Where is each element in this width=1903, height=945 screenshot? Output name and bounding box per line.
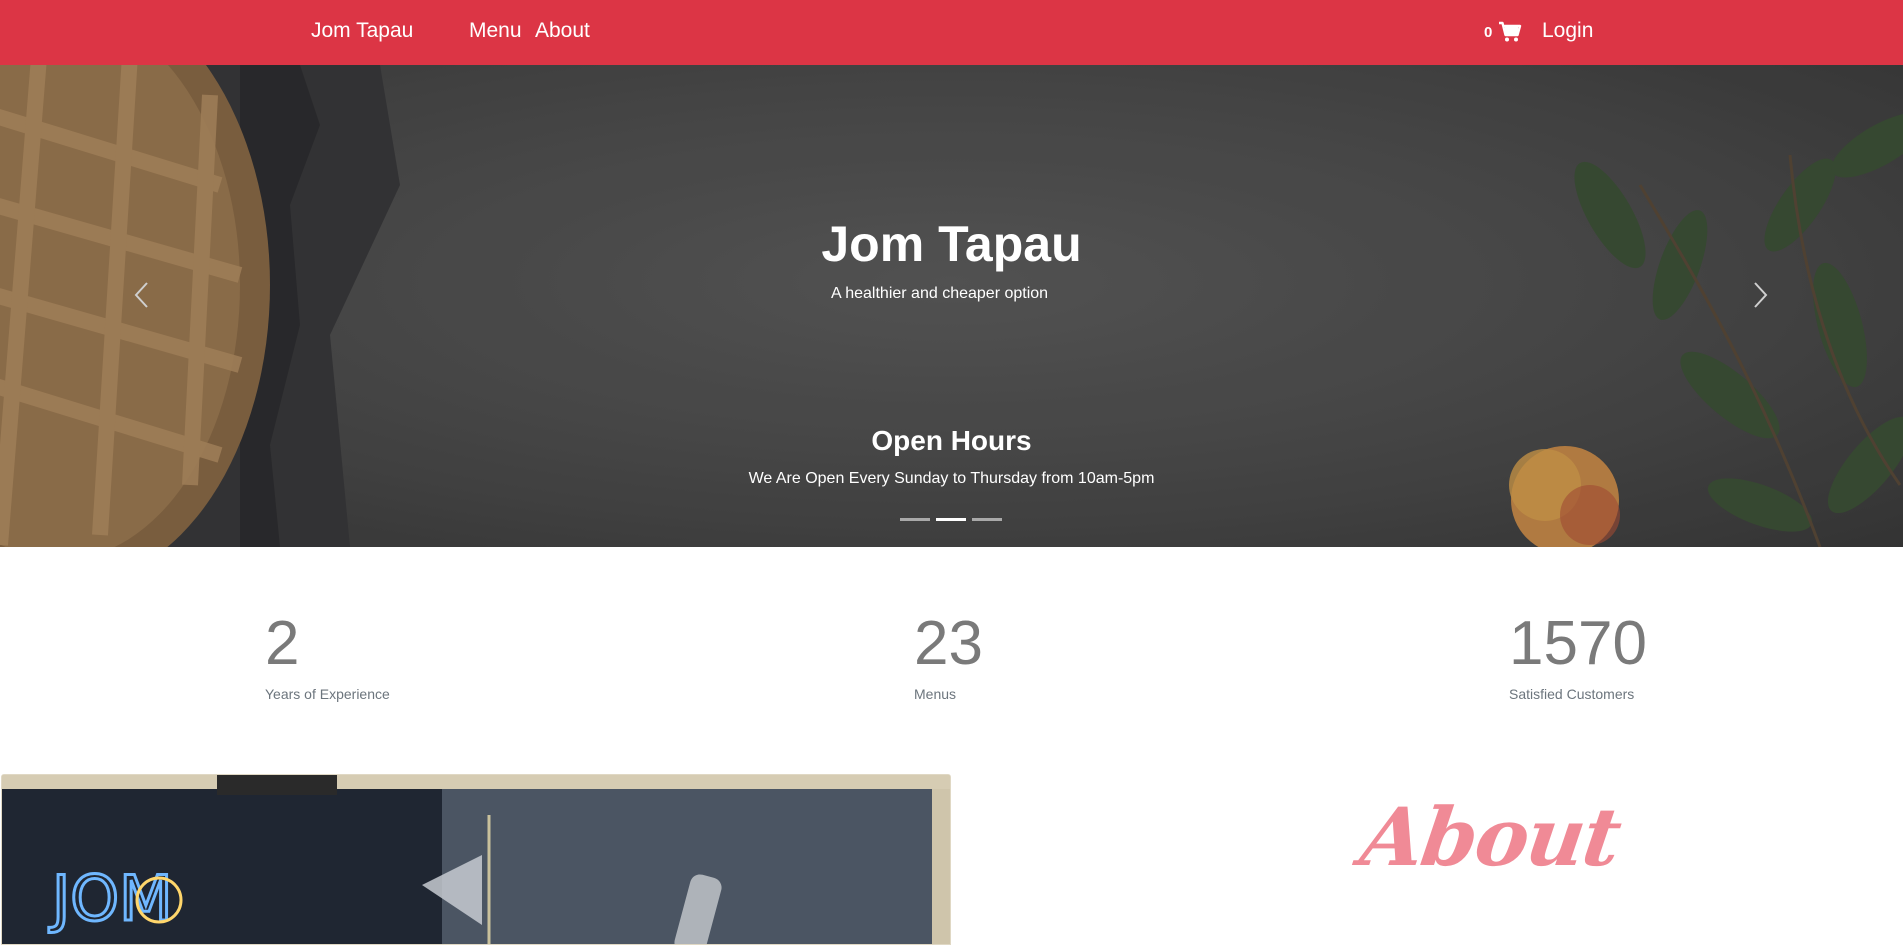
hero-carousel: Jom Tapau A healthier and cheaper option…	[0, 65, 1903, 547]
top-navbar: Jom Tapau Menu About 0 Login	[0, 0, 1903, 65]
carousel-indicator-2[interactable]	[936, 518, 966, 521]
carousel-next-button[interactable]	[1744, 280, 1774, 310]
shop-sign-image: JOM	[2, 775, 950, 944]
chevron-left-icon	[134, 282, 148, 308]
stat-years-experience: 2 Years of Experience	[265, 609, 390, 703]
nav-link-about[interactable]: About	[535, 19, 590, 43]
stat-label: Menus	[914, 686, 957, 702]
sign-text: JOM	[48, 862, 173, 935]
stat-value: 1570	[1509, 609, 1647, 678]
nav-link-menu[interactable]: Menu	[469, 19, 522, 43]
stat-label: Satisfied Customers	[1509, 686, 1635, 702]
stat-value: 23	[914, 609, 983, 678]
hero-title: Jom Tapau	[821, 216, 1082, 272]
chevron-right-icon	[1754, 282, 1768, 308]
cart-button[interactable]: 0	[1484, 19, 1522, 45]
carousel-indicators	[900, 518, 1002, 521]
carousel-caption-text: We Are Open Every Sunday to Thursday fro…	[748, 470, 1155, 487]
brand-link[interactable]: Jom Tapau	[311, 19, 413, 43]
carousel-caption-title: Open Hours	[871, 425, 1032, 456]
about-heading: About	[1355, 790, 1626, 884]
shopping-cart-icon	[1499, 21, 1522, 42]
carousel-indicator-1[interactable]	[900, 518, 930, 521]
stat-value: 2	[265, 609, 300, 678]
login-link[interactable]: Login	[1542, 19, 1593, 43]
stat-menus: 23 Menus	[914, 609, 983, 703]
stat-label: Years of Experience	[265, 686, 390, 702]
carousel-prev-button[interactable]	[128, 280, 158, 310]
carousel-indicator-3[interactable]	[972, 518, 1002, 521]
cart-count-badge: 0	[1484, 23, 1493, 41]
stat-satisfied-customers: 1570 Satisfied Customers	[1509, 609, 1647, 703]
about-photo: JOM	[1, 774, 951, 945]
hero-subtitle: A healthier and cheaper option	[831, 285, 1049, 302]
